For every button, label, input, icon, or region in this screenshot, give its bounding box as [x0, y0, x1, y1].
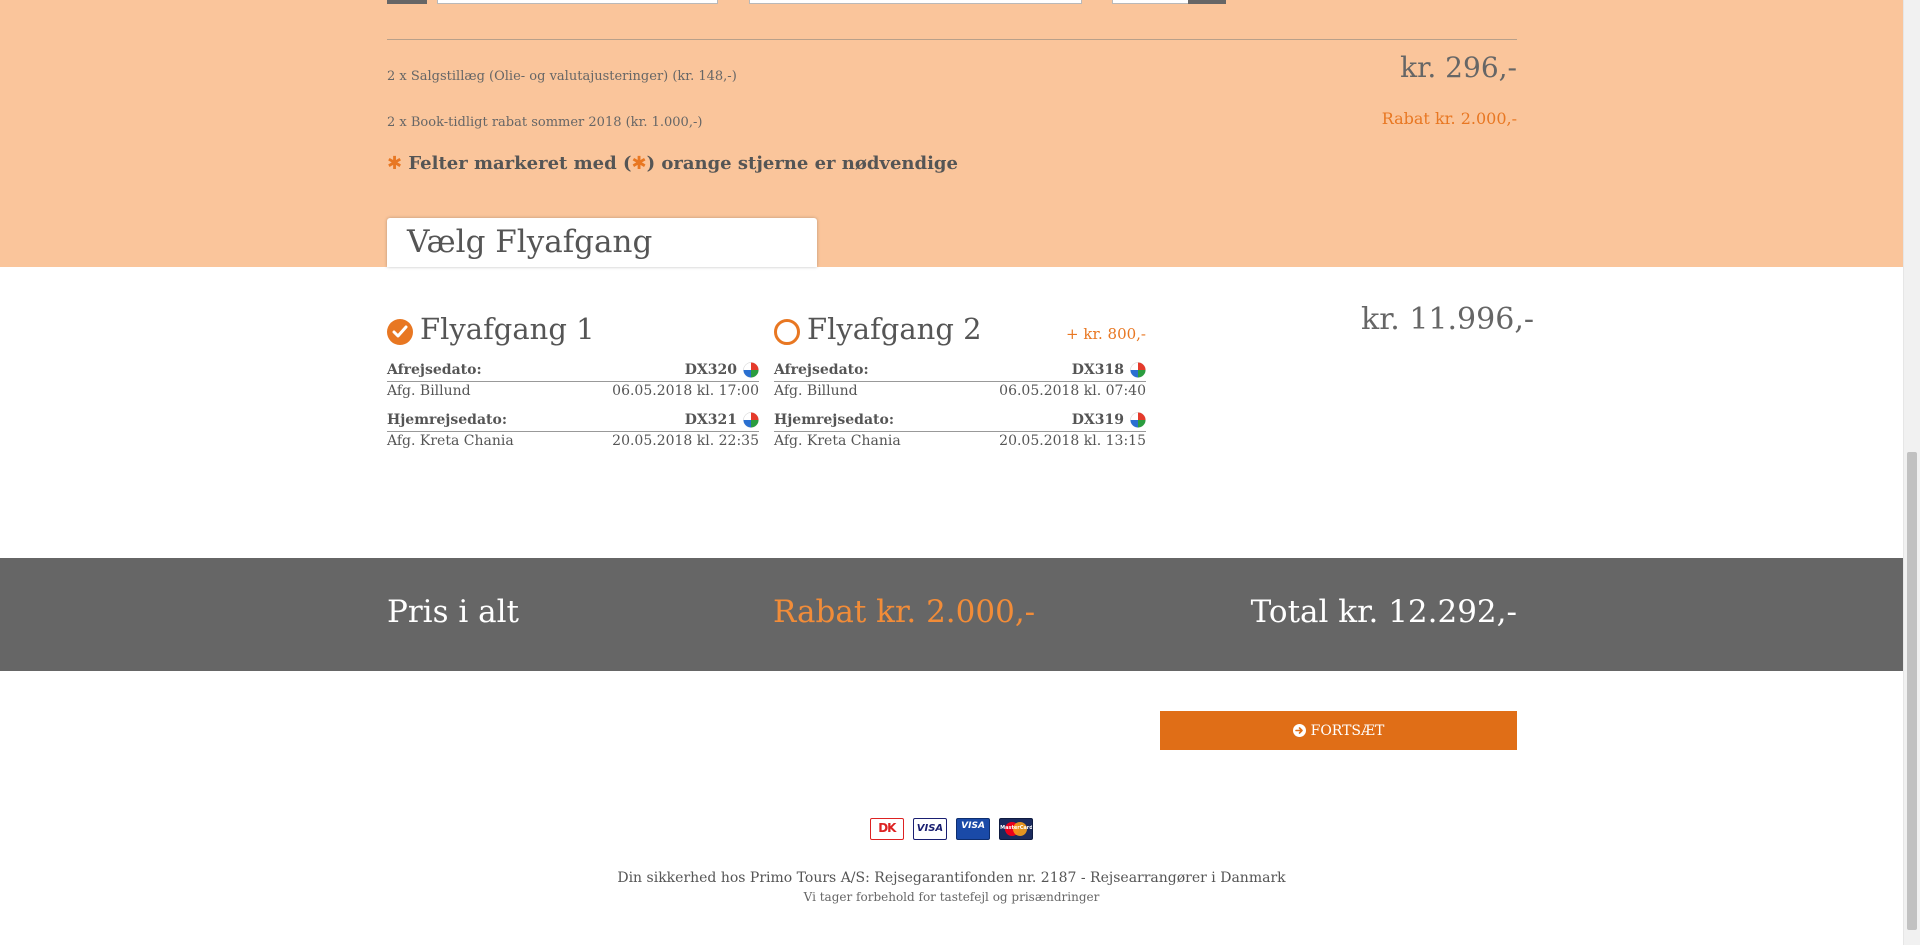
- airline-logo-icon: [743, 362, 759, 378]
- airline-logo-icon: [1130, 412, 1146, 428]
- flight-header[interactable]: Flyafgang 2 + kr. 800,-: [774, 310, 1146, 350]
- required-star-icon: ✱: [387, 153, 403, 174]
- departure-airport: Afg. Kreta Chania: [387, 433, 514, 449]
- continue-button[interactable]: FORTSÆT: [1160, 711, 1517, 750]
- price-summary-bar: Pris i alt Rabat kr. 2.000,- Total kr. 1…: [0, 558, 1903, 671]
- tab-choose-departure[interactable]: Vælg Flyafgang: [387, 218, 817, 267]
- required-note-text-before: Felter markeret med (: [408, 153, 632, 174]
- flight-code: DX321: [684, 412, 737, 428]
- input-field[interactable]: [749, 0, 1082, 4]
- scrollbar-thumb[interactable]: [1907, 452, 1917, 930]
- required-star-icon: ✱: [631, 153, 647, 174]
- airline-logo-icon: [743, 412, 759, 428]
- check-circle-icon[interactable]: [387, 319, 413, 345]
- summary-label: Pris i alt: [387, 594, 519, 630]
- return-leg: Hjemrejsedato: DX321 Afg. Kreta Chania 2…: [387, 412, 759, 452]
- divider: [387, 39, 1517, 40]
- payment-methods: DK VISA VISA MasterCard: [0, 818, 1903, 840]
- departure-airport: Afg. Kreta Chania: [774, 433, 901, 449]
- dankort-icon: DK: [869, 818, 904, 840]
- departure-datetime: 06.05.2018 kl. 07:40: [999, 383, 1146, 399]
- flight-title: Flyafgang 1: [420, 312, 595, 346]
- footer-disclaimer: Vi tager forbehold for tastefejl og pris…: [803, 890, 1100, 904]
- flight-option-2[interactable]: Flyafgang 2 + kr. 800,- Afrejsedato: DX3…: [774, 310, 1146, 452]
- summary-discount: Rabat kr. 2.000,-: [773, 594, 1036, 630]
- return-leg: Hjemrejsedato: DX319 Afg. Kreta Chania 2…: [774, 412, 1146, 452]
- visa-icon: VISA: [912, 818, 947, 840]
- required-note-text-after: ) orange stjerne er nødvendige: [646, 153, 958, 174]
- continue-label: FORTSÆT: [1310, 722, 1385, 739]
- flight-title: Flyafgang 2: [807, 312, 982, 346]
- flight-code: DX319: [1071, 412, 1124, 428]
- return-label: Hjemrejsedato:: [774, 412, 894, 428]
- mastercard-icon: MasterCard: [999, 818, 1034, 840]
- early-booking-discount: Rabat kr. 2.000,-: [1381, 109, 1517, 128]
- increment-button[interactable]: [1188, 0, 1226, 4]
- departure-airport: Afg. Billund: [774, 383, 858, 399]
- sales-surcharge-price: kr. 296,-: [1400, 51, 1517, 84]
- outbound-label: Afrejsedato:: [387, 362, 482, 378]
- departure-datetime: 06.05.2018 kl. 17:00: [612, 383, 759, 399]
- radio-circle-icon[interactable]: [774, 319, 800, 345]
- flight-option-1[interactable]: Flyafgang 1 Afrejsedato: DX320 Afg. Bill…: [387, 310, 759, 452]
- tab-title: Vælg Flyafgang: [407, 224, 653, 260]
- current-price: kr. 11.996,-: [1361, 302, 1534, 337]
- outbound-label: Afrejsedato:: [774, 362, 869, 378]
- flight-code: DX320: [684, 362, 737, 378]
- return-label: Hjemrejsedato:: [387, 412, 507, 428]
- booking-options-panel: 2 x Salgstillæg (Olie- og valutajusterin…: [0, 0, 1903, 267]
- early-booking-label: 2 x Book-tidligt rabat sommer 2018 (kr. …: [387, 115, 703, 130]
- airline-logo-icon: [1130, 362, 1146, 378]
- flight-header[interactable]: Flyafgang 1: [387, 310, 759, 350]
- departure-datetime: 20.05.2018 kl. 22:35: [612, 433, 759, 449]
- input-field[interactable]: [437, 0, 718, 4]
- extra-price: + kr. 800,-: [1066, 325, 1146, 343]
- visa-electron-icon: VISA: [956, 818, 991, 840]
- footer-security-text: Din sikkerhed hos Primo Tours A/S: Rejse…: [617, 870, 1286, 886]
- sales-surcharge-label: 2 x Salgstillæg (Olie- og valutajusterin…: [387, 69, 737, 84]
- outbound-leg: Afrejsedato: DX320 Afg. Billund 06.05.20…: [387, 362, 759, 402]
- summary-total: Total kr. 12.292,-: [1250, 594, 1517, 630]
- departure-airport: Afg. Billund: [387, 383, 471, 399]
- outbound-leg: Afrejsedato: DX318 Afg. Billund 06.05.20…: [774, 362, 1146, 402]
- flight-code: DX318: [1071, 362, 1124, 378]
- departure-datetime: 20.05.2018 kl. 13:15: [999, 433, 1146, 449]
- quantity-field[interactable]: [1112, 0, 1190, 4]
- page-scrollbar[interactable]: [1903, 0, 1920, 945]
- decrement-button[interactable]: [387, 0, 427, 4]
- required-fields-note: ✱ Felter markeret med (✱) orange stjerne…: [387, 153, 958, 174]
- arrow-circle-right-icon: [1292, 724, 1306, 737]
